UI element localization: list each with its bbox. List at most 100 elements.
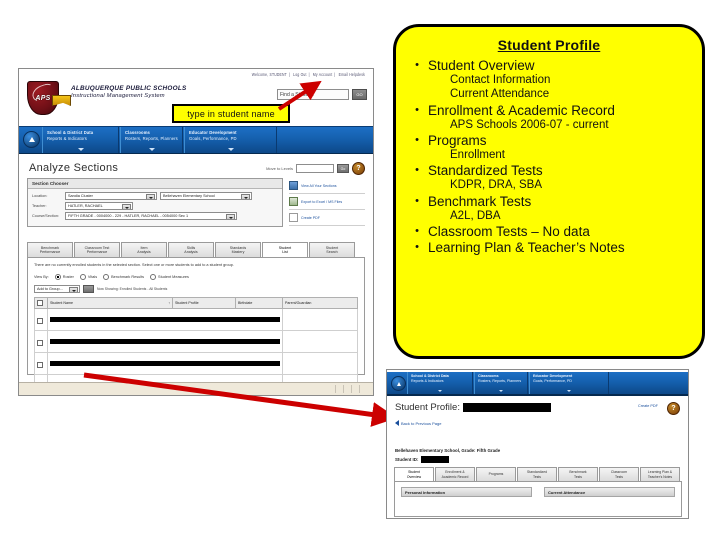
table-header-row: Student Name ↑ Student Profile Birthdate… (34, 297, 358, 310)
help-icon[interactable]: ? (667, 402, 680, 415)
move-to-levels-go-button[interactable]: Go (337, 164, 349, 173)
add-to-group-select[interactable]: Add to Group... (34, 285, 80, 294)
callout-text: type in student name (187, 108, 275, 119)
column-label: Student Name (50, 301, 73, 306)
callout-subitem-kdpr-dra-sba: KDPR, DRA, SBA (450, 179, 543, 192)
tab-label-line2: Tests (574, 474, 582, 479)
brand-text: ALBUQUERQUE PUBLIC SCHOOLS Instructional… (71, 85, 187, 100)
student-profile-screenshot: School & District Data Reports & Indicat… (386, 369, 689, 519)
radio-roster[interactable]: Roster (54, 274, 74, 281)
column-student-profile[interactable]: Student Profile (172, 297, 236, 310)
tab-label-line2: Teacher's Notes (647, 474, 673, 479)
profile-navigation-bar: School & District Data Reports & Indicat… (387, 372, 688, 396)
course-section-label: Course/Section: (32, 214, 60, 218)
school-select[interactable]: Bellehaven Elementary School (160, 192, 252, 200)
radio-label: Vitals (87, 275, 98, 280)
utility-link-helpdesk[interactable]: Email Helpdesk (339, 72, 365, 77)
tab-label-line1: Programs (488, 472, 504, 477)
utility-link-logout[interactable]: Log Out (293, 72, 306, 77)
bullet-icon: • (415, 103, 419, 116)
utility-link-welcome[interactable]: Welcome, STUDENT (252, 72, 287, 77)
checkbox-icon[interactable] (37, 339, 43, 346)
profile-tab-standardized-tests[interactable]: Standardized Tests (517, 467, 557, 481)
redaction-bar (50, 317, 280, 323)
link-view-all-sections[interactable]: View All Your Sections (289, 178, 365, 194)
radio-label: Roster (62, 275, 74, 280)
home-button[interactable] (391, 376, 406, 391)
student-id-redaction-bar (421, 456, 450, 463)
tab-student-list[interactable]: Student List (262, 242, 308, 257)
redaction-bar (50, 339, 280, 345)
checkbox-icon[interactable] (37, 299, 43, 306)
arrow-to-search-box (277, 80, 322, 111)
profile-tab-enrollment-academic-record[interactable]: Enrollment & Academic Record (435, 467, 475, 481)
row-checkbox-cell[interactable] (34, 352, 48, 376)
column-birthdate[interactable]: Birthdate (235, 297, 283, 310)
profile-tab-student-overview[interactable]: Student Overview (394, 467, 434, 481)
nav-item-school-district-data[interactable]: School & District Data Reports & Indicat… (407, 372, 473, 394)
student-overview-panel: Personal Information Current Attendance (394, 481, 682, 517)
chevron-down-icon (437, 390, 442, 392)
link-label: Create PDF (301, 215, 320, 220)
callout-item-enrollment-academic-record: • Enrollment & Academic Record (406, 103, 692, 118)
teacher-select[interactable]: HATLER, RACHAEL (65, 202, 133, 210)
profile-tab-learning-plan-notes[interactable]: Learning Plan & Teacher's Notes (640, 467, 680, 481)
location-label: Location: (32, 194, 48, 198)
column-select-all[interactable] (34, 297, 48, 310)
link-label: View All Your Sections (301, 183, 337, 188)
link-create-pdf[interactable]: Create PDF (289, 210, 365, 226)
action-go-button[interactable] (83, 285, 94, 294)
nav-label-primary: Educator Development (189, 130, 237, 135)
link-label: Export to Excel / MS Files (301, 199, 343, 204)
tab-label-line2: Overview (406, 474, 422, 479)
now-showing-text: Now Showing: Enrolled Students - All Stu… (97, 287, 168, 292)
tab-skills-analysis[interactable]: Skills Analysis (168, 242, 214, 257)
radio-benchmark-results[interactable]: Benchmark Results (103, 274, 144, 281)
item-label: Enrollment & Academic Record (428, 102, 615, 118)
checkbox-icon[interactable] (37, 317, 43, 324)
chevron-down-icon (566, 390, 571, 392)
table-row[interactable] (34, 308, 358, 332)
home-icon (396, 381, 401, 386)
teacher-label: Teacher: (32, 204, 47, 208)
tab-standards-mastery[interactable]: Standards Mastery (215, 242, 261, 257)
nav-item-school-district-data[interactable]: School & District Data Reports & Indicat… (42, 127, 119, 153)
nav-item-classrooms[interactable]: Classrooms Rosters, Reports, Planners (474, 372, 528, 394)
move-to-levels-input[interactable] (296, 164, 334, 173)
nav-item-educator-development[interactable]: Educator Development Goals, Performance,… (529, 372, 609, 394)
nav-label-secondary: Reports & Indicators (411, 378, 444, 383)
nav-label-primary: Classrooms (125, 130, 150, 135)
student-name-redaction-bar (462, 403, 551, 412)
home-button[interactable] (23, 131, 40, 148)
checkbox-icon[interactable] (37, 361, 43, 368)
table-row[interactable] (34, 330, 358, 354)
help-icon[interactable]: ? (352, 162, 365, 175)
callout-item-learning-plan-notes: • Learning Plan & Teacher’s Notes (406, 240, 692, 255)
profile-tab-benchmark-tests[interactable]: Benchmark Tests (558, 467, 598, 481)
radio-vitals[interactable]: Vitals (79, 274, 98, 281)
bullet-icon: • (415, 164, 419, 177)
back-to-previous-page-link[interactable]: Back to Previous Page (395, 420, 441, 426)
nav-item-classrooms[interactable]: Classrooms Rosters, Reports, Planners (120, 127, 183, 153)
tab-benchmark-performance[interactable]: Benchmark Performance (27, 242, 73, 257)
create-pdf-link[interactable]: Create PDF (638, 404, 658, 408)
column-parent-guardian[interactable]: Parent/Guardian (282, 297, 358, 310)
link-export-excel[interactable]: Export to Excel / MS Files (289, 194, 365, 210)
student-search-go-button[interactable]: GO (352, 89, 367, 100)
cluster-select[interactable]: Sandia Cluster (65, 192, 157, 200)
radio-student-measures[interactable]: Student Measures (150, 274, 189, 281)
utility-link-myaccount[interactable]: My Account (313, 72, 333, 77)
tab-label-line2: Mastery (231, 250, 245, 254)
profile-tab-classroom-tests[interactable]: Classroom Tests (599, 467, 639, 481)
callout-item-programs: • Programs (406, 133, 692, 148)
nav-item-educator-development[interactable]: Educator Development Goals, Performance,… (184, 127, 277, 153)
tab-item-analysis[interactable]: Item Analysis (121, 242, 167, 257)
row-checkbox-cell[interactable] (34, 308, 48, 332)
tab-student-search[interactable]: Student Search (309, 242, 355, 257)
column-student-name[interactable]: Student Name ↑ (47, 297, 173, 310)
profile-tab-programs[interactable]: Programs (476, 467, 516, 481)
tab-classroom-test-performance[interactable]: Classroom Test Performance (74, 242, 120, 257)
item-label: Programs (428, 132, 487, 148)
row-checkbox-cell[interactable] (34, 330, 48, 354)
course-section-select[interactable]: FIFTH GRADE - 0004000 - 229 - HATLER, RA… (65, 212, 237, 220)
